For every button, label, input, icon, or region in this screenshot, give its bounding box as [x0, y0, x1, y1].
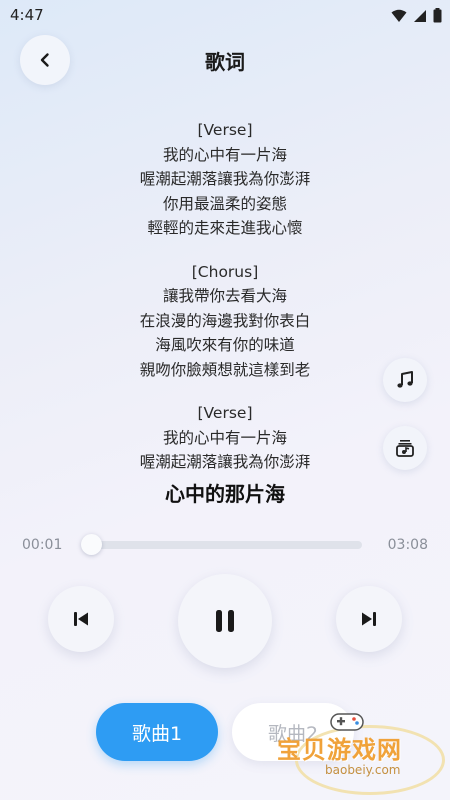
- battery-icon: [433, 8, 442, 23]
- total-time: 03:08: [387, 537, 428, 553]
- lyric-line: 喔潮起潮落讓我為你澎湃: [139, 453, 311, 471]
- lyric-section: [Verse] 我的心中有一片海 喔潮起潮落讓我為你澎湃: [60, 401, 390, 475]
- lyric-line: 我的心中有一片海: [162, 145, 287, 164]
- lyric-line: 在浪漫的海邊我對你表白: [139, 311, 311, 330]
- tab-song-1[interactable]: 歌曲1: [96, 703, 218, 761]
- previous-button[interactable]: [48, 586, 114, 652]
- watermark-url: baobeiy.com: [325, 763, 401, 777]
- wifi-icon: [391, 9, 407, 22]
- progress-bar[interactable]: [82, 541, 362, 549]
- lyric-line: 喔潮起潮落讓我為你澎湃: [139, 170, 311, 188]
- lyric-line: 你用最溫柔的姿態: [162, 194, 287, 213]
- pause-button[interactable]: [178, 574, 272, 668]
- page-title: 歌词: [205, 50, 245, 74]
- status-bar: 4:47: [0, 0, 450, 32]
- signal-icon: [414, 9, 426, 22]
- lyric-line: 海風吹來有你的味道: [155, 336, 295, 354]
- lyric-section: [Verse] 我的心中有一片海 喔潮起潮落讓我為你澎湃 你用最溫柔的姿態 輕輕…: [60, 118, 390, 241]
- song-title: 心中的那片海: [165, 482, 285, 506]
- watermark-text: 宝贝游戏网: [277, 736, 402, 764]
- status-icons: [391, 8, 442, 23]
- status-time: 4:47: [10, 6, 44, 24]
- lyric-section-label: [Verse]: [197, 121, 253, 139]
- lyric-line: 輕輕的走來走進我心懷: [147, 219, 303, 237]
- lyric-line: 我的心中有一片海: [162, 428, 287, 447]
- lyric-section: [Chorus] 讓我帶你去看大海 在浪漫的海邊我對你表白 海風吹來有你的味道 …: [60, 260, 390, 383]
- pause-icon: [216, 610, 234, 632]
- watermark: 宝贝游戏网 baobeiy.com: [275, 700, 450, 800]
- lyrics-panel[interactable]: [Verse] 我的心中有一片海 喔潮起潮落讓我為你澎湃 你用最溫柔的姿態 輕輕…: [60, 118, 390, 476]
- skip-previous-icon: [74, 612, 88, 626]
- album-icon: [396, 440, 414, 457]
- lyric-section-label: [Verse]: [197, 404, 253, 422]
- progress-thumb[interactable]: [81, 534, 103, 555]
- lyric-section-label: [Chorus]: [191, 262, 259, 281]
- skip-next-icon: [362, 612, 376, 626]
- current-time: 00:01: [22, 537, 63, 553]
- album-button[interactable]: [383, 426, 427, 470]
- music-note-icon: [397, 371, 413, 388]
- next-button[interactable]: [336, 586, 402, 652]
- music-note-button[interactable]: [383, 358, 427, 402]
- lyric-line: 親吻你臉頰想就這樣到老: [139, 360, 311, 379]
- lyric-line: 讓我帶你去看大海: [162, 287, 287, 305]
